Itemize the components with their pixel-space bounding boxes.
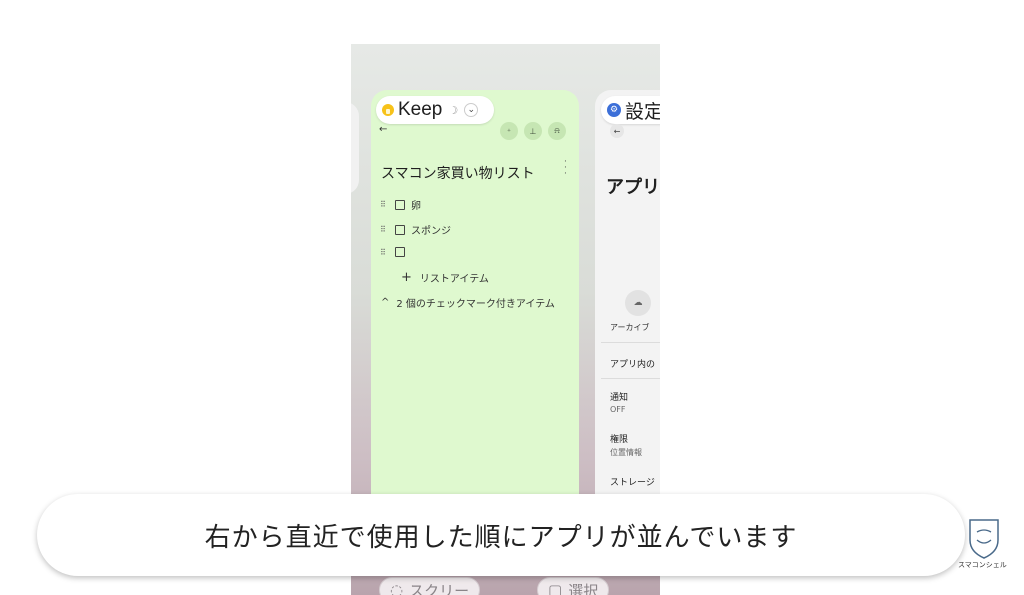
drag-handle-icon[interactable]: ⠿ bbox=[380, 200, 389, 209]
list-item[interactable]: ⠿ 卵 bbox=[380, 197, 421, 212]
plus-icon: + bbox=[401, 270, 412, 285]
add-list-item[interactable]: + リストアイテム bbox=[401, 270, 489, 285]
list-item[interactable]: ⠿ スポンジ bbox=[380, 222, 451, 237]
settings-row-title: アプリ内の bbox=[610, 360, 656, 370]
list-item[interactable]: ⠿ bbox=[380, 247, 411, 257]
drag-handle-icon[interactable]: ⠿ bbox=[380, 225, 389, 234]
note-title: スマコン家買い物リスト bbox=[381, 166, 535, 182]
drag-handle-icon[interactable]: ⠿ bbox=[380, 248, 389, 257]
add-list-item-label: リストアイテム bbox=[419, 274, 489, 285]
back-arrow-icon[interactable]: ← bbox=[379, 124, 387, 135]
previous-app-card[interactable] bbox=[351, 102, 359, 194]
select-icon: ▢ bbox=[548, 581, 563, 595]
add-collaborator-icon[interactable]: ⁺ bbox=[500, 122, 518, 140]
checkbox[interactable] bbox=[395, 224, 405, 235]
settings-row[interactable]: 通知 OFF bbox=[610, 390, 628, 414]
keep-app-name-extra: ☽ bbox=[448, 103, 459, 117]
settings-row[interactable]: ストレージ bbox=[610, 475, 655, 488]
archive-label: アーカイブ bbox=[610, 323, 650, 332]
checkbox[interactable] bbox=[395, 199, 405, 210]
settings-row-sub: OFF bbox=[610, 405, 626, 414]
keep-bulb-icon bbox=[382, 104, 394, 116]
settings-back-arrow-icon[interactable]: ← bbox=[610, 124, 624, 138]
checkbox[interactable] bbox=[395, 247, 405, 257]
settings-row[interactable]: アプリ内の bbox=[610, 357, 655, 370]
keep-app-chip[interactable]: Keep ☽ ⌄ bbox=[376, 96, 494, 124]
settings-row-title: 通知 bbox=[610, 393, 629, 403]
settings-row-title: ストレージ bbox=[610, 478, 655, 488]
settings-heading: アプリ bbox=[606, 177, 660, 198]
checked-items-label: 2 個のチェックマーク付きアイテム bbox=[396, 299, 555, 310]
checked-items-toggle[interactable]: ^ 2 個のチェックマーク付きアイテム bbox=[381, 295, 555, 310]
divider bbox=[601, 378, 660, 379]
chevron-up-icon: ^ bbox=[381, 297, 390, 308]
screenshot-button[interactable]: ◌ スクリー bbox=[379, 577, 481, 595]
list-item-label[interactable]: 卵 bbox=[411, 197, 421, 212]
settings-row-title: 権限 bbox=[610, 435, 629, 445]
settings-row-sub: 位置情報 bbox=[610, 448, 642, 457]
gear-icon: ⚙ bbox=[607, 103, 621, 117]
screenshot-icon: ◌ bbox=[390, 581, 404, 595]
settings-app-chip[interactable]: ⚙ 設定 bbox=[601, 96, 660, 124]
more-options-icon[interactable]: · · · bbox=[564, 158, 567, 179]
list-item-label[interactable]: スポンジ bbox=[411, 222, 451, 237]
archive-icon[interactable]: ☁ bbox=[625, 290, 651, 316]
keep-app-card[interactable] bbox=[371, 90, 579, 530]
chevron-down-icon[interactable]: ⌄ bbox=[464, 103, 479, 117]
settings-row[interactable]: 権限 位置情報 bbox=[610, 432, 642, 458]
settings-app-name: 設定 bbox=[625, 101, 660, 123]
subtitle-caption: 右から直近で使用した順にアプリが並んでいます bbox=[37, 494, 965, 576]
divider bbox=[601, 342, 660, 343]
select-button[interactable]: ▢ 選択 bbox=[537, 577, 610, 595]
channel-logo-text: スマコンシェル bbox=[958, 561, 1007, 569]
bell-icon[interactable]: ⍾ bbox=[548, 122, 566, 140]
pin-icon[interactable]: ⊥ bbox=[524, 122, 542, 140]
keep-app-name: Keep bbox=[398, 99, 443, 120]
